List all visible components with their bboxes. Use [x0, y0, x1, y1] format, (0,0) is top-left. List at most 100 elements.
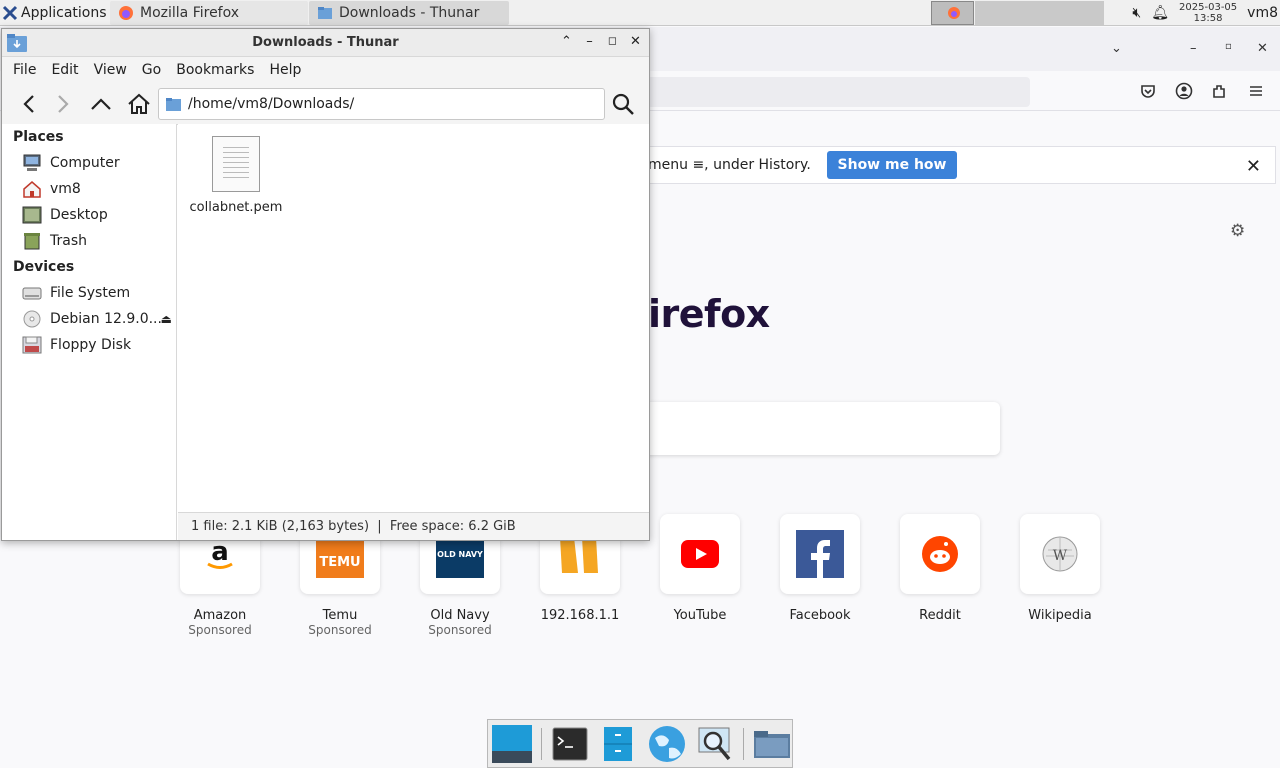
gear-icon[interactable]: ⚙: [1230, 221, 1245, 241]
sidebar-item-label: Desktop: [50, 207, 108, 223]
shortcut-wikipedia[interactable]: W Wikipedia: [1019, 514, 1101, 623]
shortcut-label: Temu: [322, 608, 358, 623]
dock-terminal[interactable]: [550, 723, 590, 765]
sidebar-item-label: Debian 12.9.0...: [50, 311, 162, 327]
devices-header: Devices: [13, 259, 75, 275]
menu-help[interactable]: Help: [269, 62, 301, 78]
shortcut-label: Old Navy: [430, 608, 490, 623]
thunar-window: Downloads - Thunar ⌃ – ◻ ✕ File Edit Vie…: [1, 28, 650, 541]
location-entry[interactable]: /home/vm8/Downloads/: [158, 88, 605, 120]
xfce-logo-icon: [2, 5, 18, 20]
newtab-search-box[interactable]: [640, 402, 1000, 455]
globe-icon: [648, 725, 685, 762]
shortcut-tile[interactable]: [780, 514, 860, 594]
shortcut-youtube[interactable]: YouTube: [659, 514, 741, 623]
show-me-how-button[interactable]: Show me how: [827, 151, 957, 179]
clock[interactable]: 2025-03-05 13:58: [1179, 2, 1237, 24]
close-button[interactable]: ✕: [1257, 41, 1268, 56]
home-button[interactable]: [126, 91, 152, 117]
shortcut-label: Reddit: [919, 608, 961, 623]
shortcut-reddit[interactable]: Reddit: [899, 514, 981, 623]
dock-web-browser[interactable]: [646, 723, 686, 765]
dock-file-manager[interactable]: [598, 723, 638, 765]
drive-icon: [22, 287, 42, 300]
url-bar[interactable]: [640, 77, 1030, 107]
shortcut-label: Facebook: [789, 608, 851, 623]
extensions-icon[interactable]: [1210, 81, 1230, 101]
close-button-icon[interactable]: ✕: [628, 34, 643, 49]
sidebar-item-trash[interactable]: Trash: [2, 228, 176, 254]
sidebar-item-computer[interactable]: Computer: [2, 150, 176, 176]
wikipedia-icon: W: [1042, 536, 1078, 572]
taskbar-label: Mozilla Firefox: [140, 4, 240, 21]
workspace-4[interactable]: [1061, 1, 1104, 25]
minimize-button[interactable]: –: [1190, 41, 1197, 56]
eject-icon[interactable]: ⏏: [161, 312, 172, 326]
places-header: Places: [13, 129, 64, 145]
workspace-3[interactable]: [1018, 1, 1061, 25]
volume-muted-icon[interactable]: 🔇︎: [1132, 5, 1141, 21]
maximize-button-icon[interactable]: ◻: [605, 34, 620, 49]
pocket-icon[interactable]: [1138, 81, 1158, 101]
thunar-body: Places Computer vm8 Desktop Trash Device…: [2, 124, 649, 540]
forward-button[interactable]: [50, 91, 76, 117]
applications-menu-button[interactable]: Applications ⁝: [0, 0, 117, 26]
user-menu[interactable]: vm8: [1247, 5, 1280, 21]
dock-separator: [742, 727, 744, 760]
hamburger-menu-icon[interactable]: [1246, 81, 1266, 101]
shortcut-tile[interactable]: [660, 514, 740, 594]
sidebar-item-floppy[interactable]: Floppy Disk: [2, 332, 176, 358]
file-cabinet-icon: [604, 726, 633, 761]
show-desktop-icon: [492, 724, 532, 763]
maximize-button[interactable]: ▫: [1225, 41, 1232, 52]
taskbar-item-thunar[interactable]: Downloads - Thunar: [309, 0, 509, 25]
sidebar-item-vm8[interactable]: vm8: [2, 176, 176, 202]
thunar-titlebar[interactable]: Downloads - Thunar ⌃ – ◻ ✕: [2, 29, 649, 57]
back-button[interactable]: [16, 91, 42, 117]
notification-message: menu ≡, under History.: [648, 157, 811, 173]
minimize-button-icon[interactable]: –: [582, 34, 597, 49]
sidebar-item-label: File System: [50, 285, 131, 301]
menu-view[interactable]: View: [94, 62, 127, 78]
sidebar-item-debian-cdrom[interactable]: Debian 12.9.0... ⏏: [2, 306, 176, 332]
menu-file[interactable]: File: [13, 62, 36, 78]
sidebar-item-label: Computer: [50, 155, 120, 171]
svg-text:a: a: [211, 537, 229, 567]
shortcut-tile[interactable]: [900, 514, 980, 594]
arrow-right-icon: [58, 95, 69, 113]
notification-bell-icon[interactable]: 🔔︎: [1151, 5, 1169, 21]
shade-button-icon[interactable]: ⌃: [559, 34, 574, 49]
firefox-wordmark: irefox: [648, 292, 770, 336]
taskbar-item-firefox[interactable]: Mozilla Firefox: [110, 0, 308, 25]
tab-list-chevron-icon[interactable]: ⌄: [1111, 41, 1122, 56]
dock-show-desktop[interactable]: [491, 723, 533, 765]
sidebar-item-file-system[interactable]: File System: [2, 280, 176, 306]
menu-edit[interactable]: Edit: [51, 62, 78, 78]
workspace-2[interactable]: [975, 1, 1018, 25]
history-notification-bar: menu ≡, under History. Show me how ✕: [640, 146, 1276, 184]
menu-go[interactable]: Go: [142, 62, 161, 78]
workspace-1[interactable]: [931, 1, 974, 25]
computer-icon: [23, 154, 41, 171]
shortcut-facebook[interactable]: Facebook: [779, 514, 861, 623]
clock-date: 2025-03-05: [1179, 2, 1238, 13]
search-button[interactable]: [610, 91, 636, 117]
sidebar-item-label: Trash: [50, 233, 87, 249]
dock-app-finder[interactable]: [695, 723, 735, 765]
menu-bookmarks[interactable]: Bookmarks: [176, 62, 254, 78]
parent-folder-button[interactable]: [88, 91, 114, 117]
file-view[interactable]: collabnet.pem: [178, 124, 649, 512]
folder-icon: [753, 730, 790, 758]
sidebar-item-label: vm8: [50, 181, 81, 197]
sidebar-item-desktop[interactable]: Desktop: [2, 202, 176, 228]
file-item[interactable]: collabnet.pem: [186, 136, 286, 215]
facebook-icon: [796, 530, 844, 578]
home-icon: [23, 181, 41, 198]
firefox-icon: [119, 5, 133, 20]
terminal-icon: [552, 727, 588, 760]
temu-badge-text: TEMU: [319, 555, 361, 570]
account-icon[interactable]: [1174, 81, 1194, 101]
shortcut-tile[interactable]: W: [1020, 514, 1100, 594]
notification-close-icon[interactable]: ✕: [1246, 156, 1261, 177]
dock-folder[interactable]: [752, 723, 792, 765]
